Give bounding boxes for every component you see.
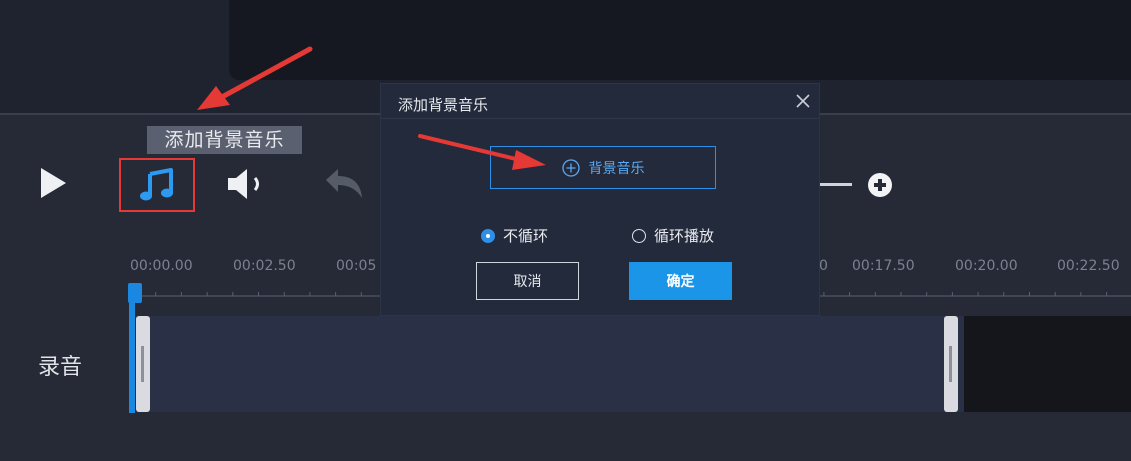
music-note-icon xyxy=(140,168,173,201)
tick-label: 0 xyxy=(819,258,828,274)
select-bgm-label: 背景音乐 xyxy=(588,160,645,177)
tooltip: 添加背景音乐 xyxy=(147,126,302,154)
radio-no-loop[interactable]: 不循环 xyxy=(481,225,548,246)
add-music-button[interactable] xyxy=(119,158,195,212)
tick-label: 00:17.50 xyxy=(852,258,915,274)
tick-label: 00:20.00 xyxy=(955,258,1018,274)
plus-circle-icon xyxy=(868,173,892,197)
radio-no-loop-label: 不循环 xyxy=(503,227,549,245)
undo-button[interactable] xyxy=(322,166,366,202)
video-preview xyxy=(229,0,1131,80)
playhead-handle[interactable] xyxy=(128,283,142,303)
empty-track-area xyxy=(964,316,1131,412)
track-label: 录音 xyxy=(38,355,83,380)
clip-start-handle[interactable] xyxy=(136,316,150,412)
add-bgm-dialog: 添加背景音乐 背景音乐 不循环 循环播放 取消 确定 xyxy=(381,84,819,315)
tick-label: 00:05 xyxy=(336,258,377,274)
radio-unselected-icon xyxy=(632,228,646,243)
audio-clip[interactable] xyxy=(136,316,964,412)
undo-icon xyxy=(326,169,362,198)
tick-label: 00:02.50 xyxy=(233,258,296,274)
ok-button[interactable]: 确定 xyxy=(629,262,732,300)
dialog-title: 添加背景音乐 xyxy=(398,96,489,114)
plus-circle-icon xyxy=(561,158,580,177)
dialog-separator xyxy=(381,118,819,119)
play-button[interactable] xyxy=(36,166,70,200)
radio-loop[interactable]: 循环播放 xyxy=(632,225,714,246)
radio-selected-icon xyxy=(481,228,495,243)
close-icon xyxy=(796,94,810,108)
radio-loop-label: 循环播放 xyxy=(654,227,715,245)
clip-end-handle[interactable] xyxy=(944,316,958,412)
close-button[interactable] xyxy=(790,88,816,114)
volume-button[interactable] xyxy=(226,166,272,202)
tick-label: 00:00.00 xyxy=(130,258,193,274)
select-bgm-button[interactable]: 背景音乐 xyxy=(490,146,716,189)
zoom-slider-track[interactable] xyxy=(818,183,852,186)
cancel-button[interactable]: 取消 xyxy=(476,262,579,300)
play-icon xyxy=(41,168,66,198)
volume-icon xyxy=(228,169,259,199)
tick-label: 00:22.50 xyxy=(1057,258,1120,274)
zoom-in-button[interactable] xyxy=(866,171,894,199)
